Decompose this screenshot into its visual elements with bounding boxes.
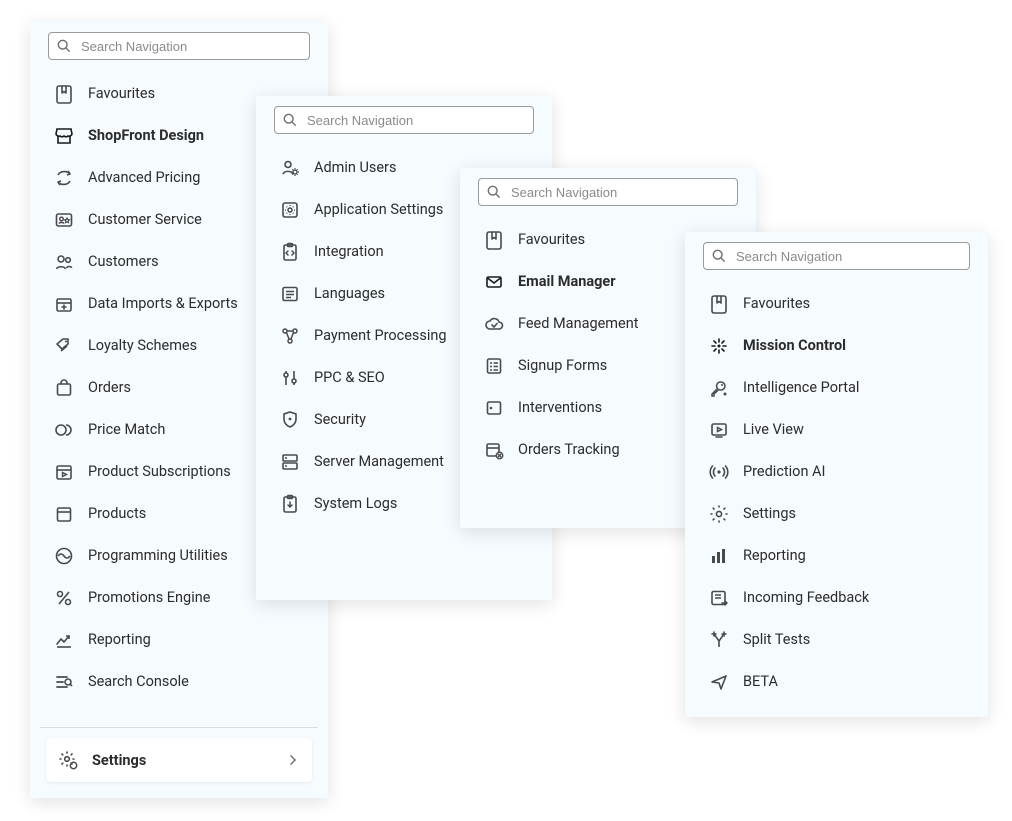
- nav-item-label: Live View: [743, 421, 964, 440]
- note-arrow-icon: [709, 588, 729, 608]
- trend-icon: [54, 630, 74, 650]
- gear-icon: [709, 504, 729, 524]
- refresh-money-icon: [54, 168, 74, 188]
- nav-item-label: Split Tests: [743, 631, 964, 650]
- search-navigation[interactable]: [703, 242, 970, 270]
- bookmark-badge-icon: [54, 84, 74, 104]
- bookmark-badge-icon: [709, 294, 729, 314]
- form-icon: [484, 356, 504, 376]
- chevron-right-icon: [288, 754, 300, 766]
- storefront-icon: [54, 126, 74, 146]
- nav-item-label: Prediction AI: [743, 463, 964, 482]
- nav-item-incoming-feedback[interactable]: Incoming Feedback: [699, 578, 974, 618]
- nav-item-label: Incoming Feedback: [743, 589, 964, 608]
- nav-item-settings[interactable]: Settings: [699, 494, 974, 534]
- percent-icon: [54, 588, 74, 608]
- clipboard-down-icon: [280, 494, 300, 514]
- nav-item-label: Intelligence Portal: [743, 379, 964, 398]
- nav-item-split-tests[interactable]: Split Tests: [699, 620, 974, 660]
- search-navigation[interactable]: [274, 106, 534, 134]
- search-navigation[interactable]: [48, 32, 310, 60]
- nav-item-intelligence-portal[interactable]: Intelligence Portal: [699, 368, 974, 408]
- bars-icon: [709, 546, 729, 566]
- nav-item-label: Mission Control: [743, 337, 964, 356]
- search-icon: [487, 185, 501, 199]
- box-icon: [54, 504, 74, 524]
- text-panel-icon: [280, 284, 300, 304]
- search-input[interactable]: [79, 38, 301, 55]
- nav-item-beta[interactable]: BETA: [699, 662, 974, 702]
- nav-item-favourites[interactable]: Favourites: [699, 284, 974, 324]
- two-circles-icon: [54, 420, 74, 440]
- nav-item-label: Reporting: [743, 547, 964, 566]
- search-icon: [283, 113, 297, 127]
- cart-icon: [54, 378, 74, 398]
- settings-label: Settings: [92, 752, 288, 769]
- search-navigation[interactable]: [478, 178, 738, 206]
- search-list-icon: [54, 672, 74, 692]
- calendar-x-icon: [484, 440, 504, 460]
- square-dot-icon: [484, 398, 504, 418]
- search-icon: [712, 249, 726, 263]
- search-input[interactable]: [734, 248, 961, 265]
- nav-list: Favourites Mission Control Intelligence Po…: [695, 280, 978, 706]
- stack-icon: [280, 452, 300, 472]
- clipboard-brackets-icon: [280, 242, 300, 262]
- nav-item-label: Favourites: [743, 295, 964, 314]
- nav-item-label: Search Console: [88, 673, 304, 692]
- nav-item-prediction-ai[interactable]: Prediction AI: [699, 452, 974, 492]
- people-icon: [54, 252, 74, 272]
- cloud-check-icon: [484, 314, 504, 334]
- navigation-panel-4: Favourites Mission Control Intelligence Po…: [685, 232, 988, 717]
- nav-item-reporting[interactable]: Reporting: [44, 620, 314, 660]
- search-input[interactable]: [305, 112, 525, 129]
- nodes-icon: [280, 326, 300, 346]
- nav-divider: [40, 727, 318, 728]
- nav-item-reporting[interactable]: Reporting: [699, 536, 974, 576]
- shield-icon: [280, 410, 300, 430]
- app-gear-icon: [280, 200, 300, 220]
- nav-item-label: Reporting: [88, 631, 304, 650]
- settings-icon: [58, 750, 78, 770]
- calendar-play-icon: [54, 462, 74, 482]
- settings-footer-button[interactable]: Settings: [46, 738, 312, 782]
- nav-item-label: Settings: [743, 505, 964, 524]
- nav-footer: Settings: [40, 734, 318, 788]
- send-icon: [709, 672, 729, 692]
- wave-icon: [54, 546, 74, 566]
- nav-item-live-view[interactable]: Live View: [699, 410, 974, 450]
- user-gear-icon: [280, 158, 300, 178]
- nav-item-mission-control[interactable]: Mission Control: [699, 326, 974, 366]
- search-input[interactable]: [509, 184, 729, 201]
- screen-play-icon: [709, 420, 729, 440]
- bookmark-badge-icon: [484, 230, 504, 250]
- key-dot-icon: [709, 378, 729, 398]
- envelope-icon: [484, 272, 504, 292]
- id-star-icon: [54, 210, 74, 230]
- spark-icon: [709, 336, 729, 356]
- sliders-icon: [280, 368, 300, 388]
- nav-item-search-console[interactable]: Search Console: [44, 662, 314, 702]
- search-icon: [57, 39, 71, 53]
- box-plus-icon: [54, 294, 74, 314]
- tags-icon: [54, 336, 74, 356]
- nav-item-label: BETA: [743, 673, 964, 692]
- split-icon: [709, 630, 729, 650]
- broadcast-icon: [709, 462, 729, 482]
